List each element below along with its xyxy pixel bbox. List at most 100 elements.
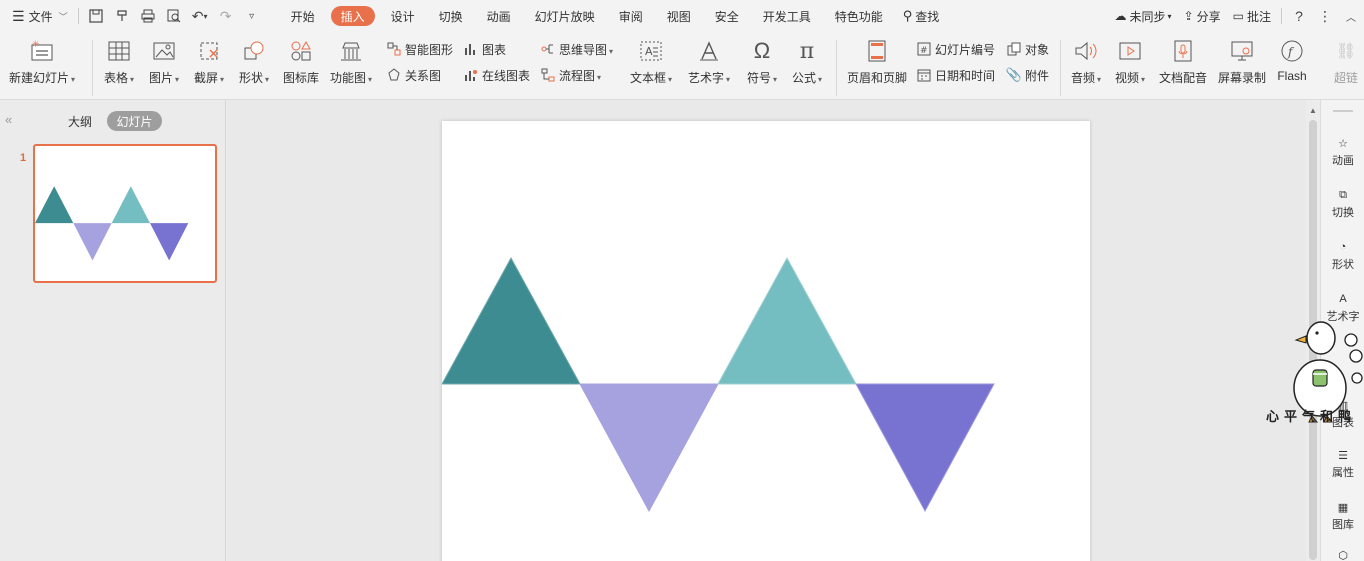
search-button[interactable]: ⚲ 查找	[895, 0, 952, 32]
thumb-triangle-2	[73, 223, 112, 261]
search-icon: ⚲	[902, 8, 913, 23]
relation-chart-icon	[386, 67, 402, 83]
triangle-lightteal-up[interactable]	[717, 256, 857, 385]
chart-button[interactable]: 图表	[463, 40, 506, 58]
file-menu[interactable]: ☰ 文件 ﹀	[0, 0, 74, 32]
sidebar-label: 属性	[1332, 467, 1354, 479]
mind-map-button[interactable]: 思维导图	[540, 40, 613, 58]
transition-icon: ⧉	[1339, 188, 1347, 201]
function-chart-button[interactable]: 功能图	[328, 32, 374, 86]
triangle-teal-up[interactable]	[441, 256, 581, 385]
attachment-label: 附件	[1025, 68, 1050, 83]
tab-home[interactable]: 开始	[279, 0, 327, 32]
slide-thumbnail[interactable]	[33, 144, 217, 283]
date-time-button[interactable]: 日期和时间	[916, 66, 995, 84]
thumbnail-canvas	[35, 186, 189, 261]
more-icon[interactable]: ⋮	[1312, 0, 1338, 32]
tab-slideshow[interactable]: 幻灯片放映	[523, 0, 607, 32]
icon-library-icon	[288, 38, 314, 64]
tab-review[interactable]: 审阅	[607, 0, 655, 32]
slide[interactable]	[441, 121, 1090, 561]
tab-outline[interactable]: 大纲	[60, 111, 100, 131]
slide-number-button[interactable]: # 幻灯片编号	[916, 40, 995, 58]
relation-chart-label: 关系图	[405, 68, 442, 83]
sidebar-label: 图库	[1332, 519, 1354, 531]
collapse-panel-icon[interactable]: «	[5, 112, 12, 127]
screen-record-button[interactable]: 屏幕录制	[1214, 32, 1270, 86]
new-slide-button[interactable]: ✳ 新建幻灯片	[8, 32, 76, 86]
chevron-down-icon: ▾	[1167, 11, 1172, 21]
hamburger-icon: ☰	[12, 7, 25, 24]
triangle-purple-down[interactable]	[855, 383, 995, 513]
redo-icon[interactable]: ↷	[213, 0, 239, 32]
sidebar-item-animation[interactable]: ☆ 动画	[1321, 134, 1364, 168]
text-box-label: 文本框	[630, 69, 672, 86]
search-label: 查找	[915, 9, 940, 24]
triangle-lavender-down[interactable]	[579, 383, 719, 513]
format-painter-icon[interactable]	[109, 0, 135, 32]
hyperlink-button[interactable]: ⛓ 超链	[1326, 32, 1364, 86]
formula-label: 公式	[792, 69, 822, 86]
tab-insert[interactable]: 插入	[330, 6, 375, 26]
tab-transition[interactable]: 切换	[427, 0, 475, 32]
picture-button[interactable]: 图片	[145, 32, 183, 86]
sidebar-item-more[interactable]: ⬡	[1321, 546, 1364, 561]
word-art-icon	[696, 38, 722, 64]
comment-button[interactable]: ▭ 批注	[1227, 0, 1277, 32]
tab-slides[interactable]: 幻灯片	[107, 111, 162, 131]
speaker-icon	[1073, 38, 1099, 64]
save-icon[interactable]	[83, 0, 109, 32]
table-button[interactable]: 表格	[100, 32, 138, 86]
thumb-triangle-1	[35, 186, 74, 224]
new-slide-icon: ✳	[29, 38, 55, 64]
tab-view[interactable]: 视图	[655, 0, 703, 32]
sidebar-item-shape[interactable]: ◔ 形状	[1321, 238, 1364, 272]
tab-animation[interactable]: 动画	[475, 0, 523, 32]
relation-chart-button[interactable]: 关系图	[386, 66, 441, 84]
tab-design[interactable]: 设计	[379, 0, 427, 32]
object-label: 对象	[1025, 42, 1050, 57]
text-box-button[interactable]: A 文本框	[628, 32, 674, 86]
smart-art-button[interactable]: 智能图形	[386, 40, 453, 58]
customize-qa-icon[interactable]: ▿	[239, 0, 265, 32]
attachment-button[interactable]: 📎 附件	[1006, 66, 1049, 84]
formula-button[interactable]: π 公式	[788, 32, 826, 86]
icon-library-button[interactable]: 图标库	[280, 32, 322, 86]
scroll-up-icon[interactable]: ▲	[1309, 106, 1317, 115]
screenshot-button[interactable]: 截屏	[190, 32, 228, 86]
online-chart-button[interactable]: 在线图表	[463, 66, 530, 84]
sidebar-item-transition[interactable]: ⧉ 切换	[1321, 186, 1364, 220]
word-art-button[interactable]: 艺术字	[684, 32, 734, 86]
symbol-button[interactable]: Ω 符号	[743, 32, 781, 86]
watermark-text: 心平气和鸭	[1266, 410, 1357, 425]
help-icon[interactable]: ?	[1286, 0, 1312, 32]
star-icon: ☆	[1338, 137, 1348, 150]
sidebar-item-properties[interactable]: ☰ 属性	[1321, 446, 1364, 480]
object-button[interactable]: 对象	[1006, 40, 1049, 58]
video-button[interactable]: 视频	[1110, 32, 1150, 86]
screenshot-icon	[196, 38, 222, 64]
video-icon	[1117, 38, 1143, 64]
header-footer-button[interactable]: 页眉和页脚	[845, 32, 909, 86]
tab-special[interactable]: 特色功能	[823, 0, 895, 32]
shape-label: 形状	[239, 69, 269, 86]
flow-chart-button[interactable]: 流程图	[540, 66, 601, 84]
divider	[77, 8, 79, 24]
print-icon[interactable]	[135, 0, 161, 32]
svg-text:A: A	[645, 45, 653, 58]
tab-developer[interactable]: 开发工具	[751, 0, 823, 32]
sidebar-item-gallery[interactable]: ▦ 图库	[1321, 498, 1364, 532]
collapse-ribbon-icon[interactable]: ︿	[1338, 0, 1364, 32]
ribbon-insert: ✳ 新建幻灯片 表格 图片 截屏 形状 图标库 功	[0, 32, 1364, 100]
doc-dubbing-button[interactable]: 文档配音	[1157, 32, 1209, 86]
share-button[interactable]: ⇪ 分享	[1178, 0, 1227, 32]
divider	[1060, 40, 1061, 96]
sync-button[interactable]: ☁ 未同步 ▾	[1109, 0, 1178, 32]
tab-security[interactable]: 安全	[703, 0, 751, 32]
slide-number-icon: #	[916, 41, 932, 57]
flash-button[interactable]: f Flash	[1274, 32, 1310, 83]
audio-button[interactable]: 音频	[1066, 32, 1106, 86]
undo-icon[interactable]: ↶ ▾	[187, 0, 213, 32]
print-preview-icon[interactable]	[161, 0, 187, 32]
shape-button[interactable]: 形状	[235, 32, 273, 86]
